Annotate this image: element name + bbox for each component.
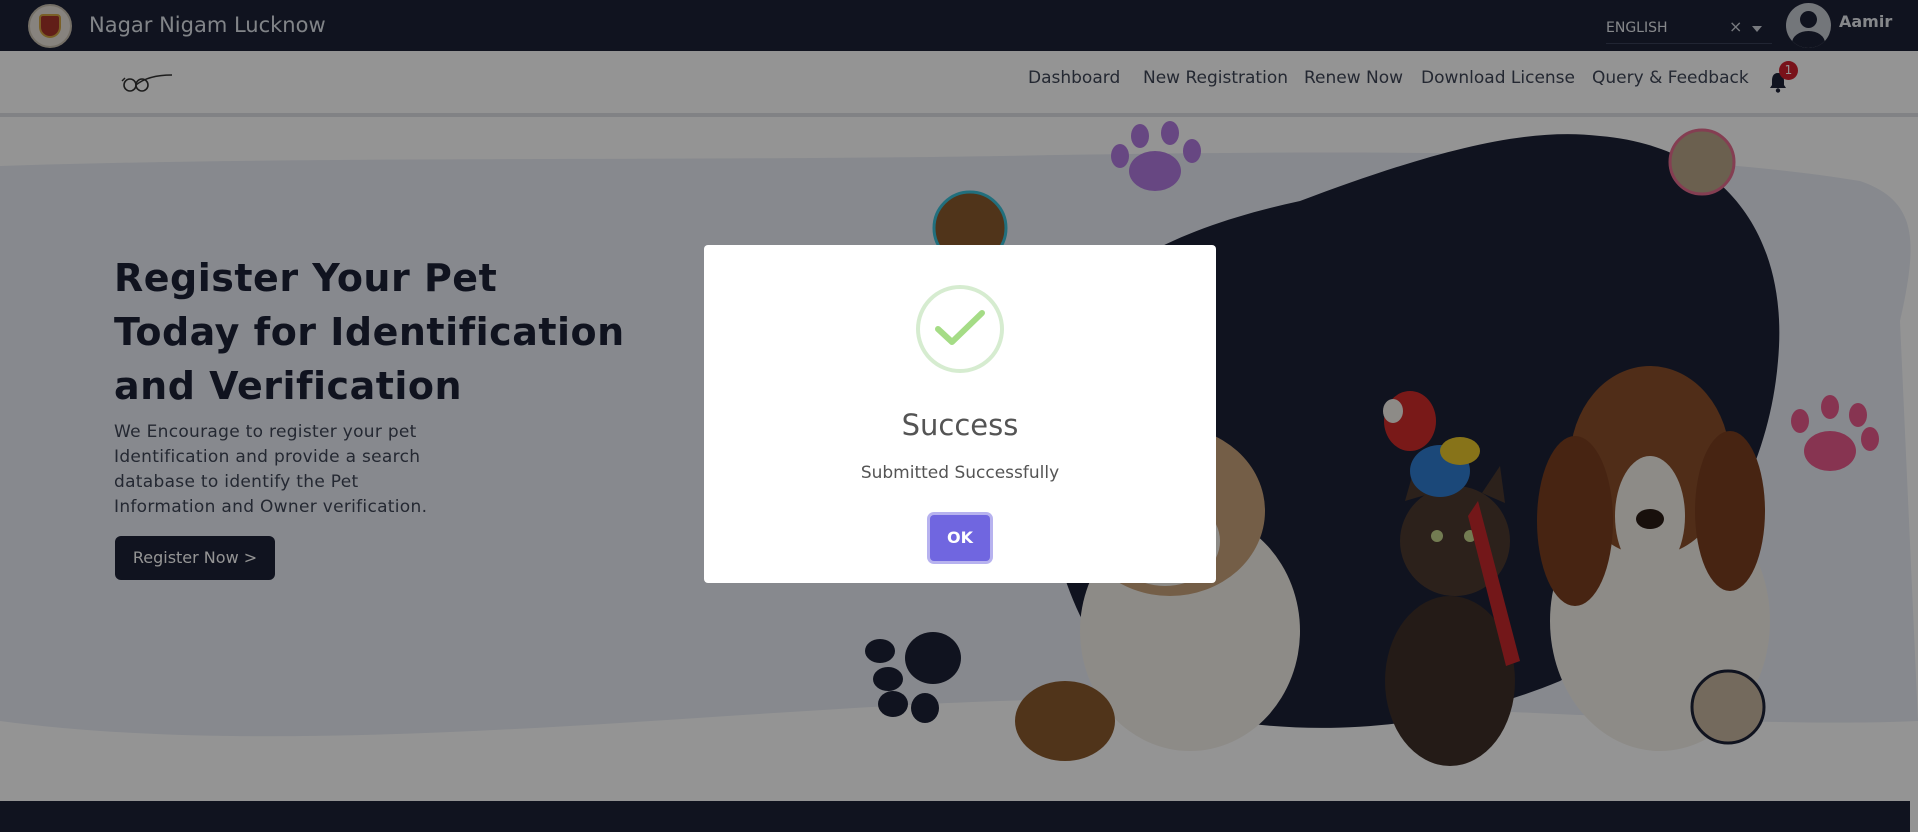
dialog-message: Submitted Successfully [860, 463, 1060, 483]
success-check-icon [935, 310, 985, 345]
dialog-title: Success [901, 408, 1019, 442]
ok-button[interactable]: OK [930, 515, 990, 561]
success-dialog: Success Submitted Successfully OK [704, 245, 1216, 583]
